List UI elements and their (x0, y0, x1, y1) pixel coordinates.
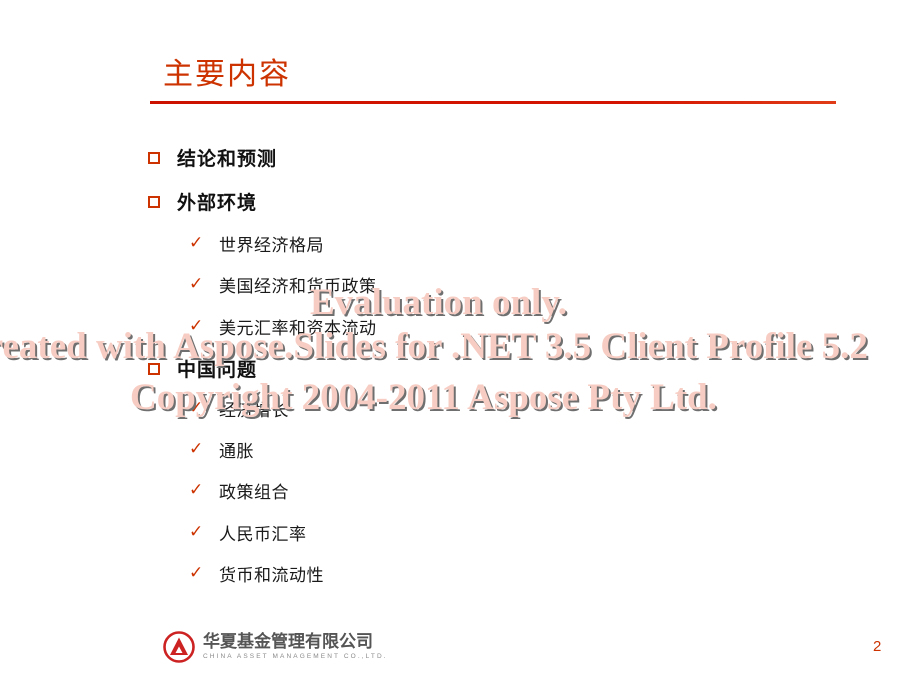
check-bullet-icon: ✓ (189, 439, 204, 459)
square-bullet-icon (148, 362, 160, 375)
outline-item-level2: ✓ 人民币汇率 (189, 520, 307, 546)
outline-item-label: 美国经济和货币政策 (219, 277, 377, 297)
outline-item-level1: 外部环境 (148, 188, 257, 215)
outline-item-label: 政策组合 (219, 483, 289, 503)
outline-item-level2: ✓ 货币和流动性 (189, 561, 324, 587)
outline-item-level2: ✓ 世界经济格局 (189, 231, 324, 257)
outline-item-level2: ✓ 经济增长 (189, 396, 289, 422)
check-bullet-icon: ✓ (189, 563, 204, 583)
outline-item-label: 货币和流动性 (219, 566, 324, 586)
company-logo-text: 华夏基金管理有限公司 CHINA ASSET MANAGEMENT CO.,LT… (203, 633, 388, 661)
content-list: 结论和预测外部环境中国问题 ✓ 世界经济格局 ✓ 美国经济和货币政策 ✓ 美元汇率和资本流动… (0, 0, 920, 690)
check-bullet-icon: ✓ (189, 522, 204, 542)
square-bullet-icon (148, 195, 160, 208)
company-logo: 华夏基金管理有限公司 CHINA ASSET MANAGEMENT CO.,LT… (162, 630, 388, 664)
outline-item-label: 美元汇率和资本流动 (219, 319, 377, 339)
outline-item-level2: ✓ 通胀 (189, 437, 254, 463)
outline-item-label: 经济增长 (219, 401, 289, 421)
outline-item-level1: 结论和预测 (148, 144, 277, 171)
outline-item-level2: ✓ 美国经济和货币政策 (189, 272, 377, 298)
outline-item-level1: 中国问题 (148, 355, 257, 382)
outline-item-label: 世界经济格局 (219, 236, 324, 256)
outline-item-label: 中国问题 (177, 359, 258, 381)
square-bullet-icon (148, 151, 160, 164)
company-logo-icon (163, 631, 195, 663)
page-number: 2 (873, 638, 882, 655)
outline-item-label: 结论和预测 (177, 148, 278, 170)
outline-item-level2: ✓ 美元汇率和资本流动 (189, 314, 377, 340)
outline-item-label: 外部环境 (177, 192, 258, 214)
check-bullet-icon: ✓ (189, 316, 204, 336)
company-name-en: CHINA ASSET MANAGEMENT CO.,LTD. (203, 653, 388, 660)
check-bullet-icon: ✓ (189, 274, 204, 294)
presentation-slide: 主要内容 结论和预测 外部环境 中国问题 ✓ 世界经济格局 ✓ 美国经济和货币政策 ✓ 美元汇率… (0, 0, 920, 690)
outline-item-label: 通胀 (219, 442, 254, 462)
outline-item-label: 人民币汇率 (219, 525, 307, 545)
check-bullet-icon: ✓ (189, 398, 204, 418)
check-bullet-icon: ✓ (189, 480, 204, 500)
check-bullet-icon: ✓ (189, 233, 204, 253)
company-name-cn: 华夏基金管理有限公司 (203, 632, 373, 652)
outline-item-level2: ✓ 政策组合 (189, 478, 289, 504)
